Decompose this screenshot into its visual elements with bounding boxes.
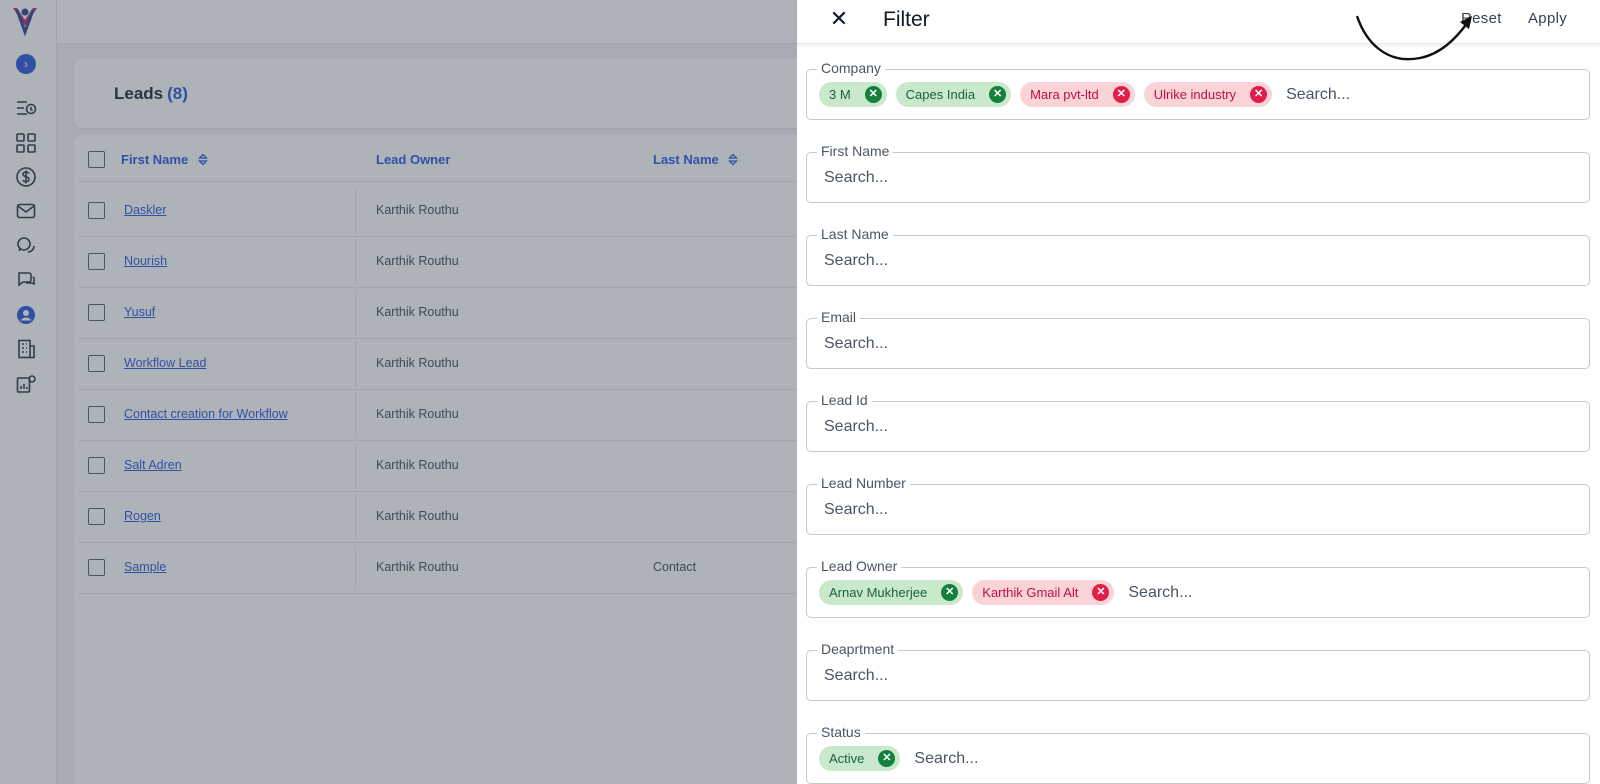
chip-label: Karthik Gmail Alt <box>982 585 1079 600</box>
chip-label: 3 M <box>829 87 851 102</box>
remove-chip-icon[interactable]: ✕ <box>878 750 896 767</box>
filter-field-company: Company 3 M ✕ Capes India ✕ Mara pvt-ltd ✕ Ulri… <box>806 60 1590 120</box>
remove-chip-icon[interactable]: ✕ <box>1092 584 1110 601</box>
field-content <box>819 651 1079 700</box>
filter-field-status: Status Active ✕ <box>806 724 1590 784</box>
search-input[interactable] <box>819 168 1079 187</box>
filter-field-last-name: Last Name <box>806 226 1590 286</box>
field-content <box>819 485 1079 534</box>
search-input[interactable] <box>819 334 1079 353</box>
search-input[interactable] <box>1123 583 1384 602</box>
search-input[interactable] <box>819 251 1079 270</box>
filter-chip: Karthik Gmail Alt ✕ <box>972 580 1115 605</box>
field-content: Active ✕ <box>819 734 1170 783</box>
filter-chip: Mara pvt-ltd ✕ <box>1020 82 1135 107</box>
chip-label: Mara pvt-ltd <box>1030 87 1099 102</box>
search-input[interactable] <box>819 417 1079 436</box>
filter-chip: Capes India ✕ <box>895 82 1012 107</box>
annotation-arrow-icon <box>1355 15 1472 61</box>
modal-backdrop[interactable] <box>0 0 797 784</box>
field-content <box>819 236 1079 285</box>
remove-chip-icon[interactable]: ✕ <box>989 86 1007 103</box>
filter-title: Filter <box>883 8 930 31</box>
field-content <box>819 319 1079 368</box>
filter-field-lead-id: Lead Id <box>806 392 1590 452</box>
field-content <box>819 402 1079 451</box>
field-content: 3 M ✕ Capes India ✕ Mara pvt-ltd ✕ Ulrike indu… <box>819 70 1542 119</box>
filter-chip: Arnav Mukherjee ✕ <box>819 580 964 605</box>
remove-chip-icon[interactable]: ✕ <box>1112 86 1130 103</box>
filter-chip: Ulrike industry ✕ <box>1143 82 1273 107</box>
apply-button[interactable]: Apply <box>1528 10 1567 27</box>
filter-field-first-name: First Name <box>806 143 1590 203</box>
chip-label: Arnav Mukherjee <box>829 585 928 600</box>
remove-chip-icon[interactable]: ✕ <box>941 584 959 601</box>
remove-chip-icon[interactable]: ✕ <box>1250 86 1268 103</box>
field-content: Arnav Mukherjee ✕ Karthik Gmail Alt ✕ <box>819 568 1384 617</box>
filter-field-lead-owner: Lead Owner Arnav Mukherjee ✕ Karthik Gmail … <box>806 558 1590 618</box>
chip-label: Active <box>829 751 865 766</box>
close-icon[interactable]: ✕ <box>827 6 851 32</box>
search-input[interactable] <box>819 500 1079 519</box>
search-input[interactable] <box>1281 85 1542 104</box>
filter-chip: 3 M ✕ <box>819 82 887 107</box>
remove-chip-icon[interactable]: ✕ <box>864 86 882 103</box>
filter-chip: Active ✕ <box>819 746 901 771</box>
field-content <box>819 153 1079 202</box>
search-input[interactable] <box>909 749 1170 768</box>
chip-label: Ulrike industry <box>1153 87 1237 102</box>
chip-label: Capes India <box>905 87 976 102</box>
filter-field-email: Email <box>806 309 1590 369</box>
search-input[interactable] <box>819 666 1079 685</box>
filter-field-lead-number: Lead Number <box>806 475 1590 535</box>
filter-field-deaprtment: Deaprtment <box>806 641 1590 701</box>
